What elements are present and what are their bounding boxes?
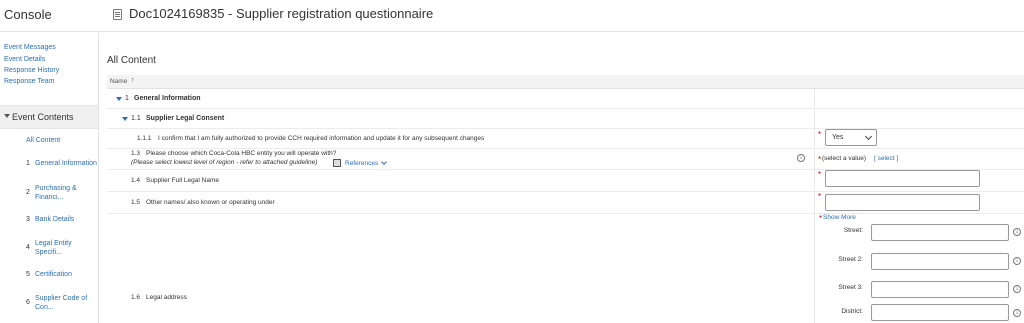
toc-label[interactable]: Certification <box>35 270 99 279</box>
expand-caret-icon[interactable] <box>122 117 128 121</box>
sidebar-item-all-content[interactable]: All Content <box>26 137 60 144</box>
toc-number: 5 <box>26 271 30 278</box>
sidebar-link-response-history[interactable]: Response History <box>4 67 59 74</box>
section-label: Supplier Legal Consent <box>146 115 225 122</box>
select-entity-link[interactable]: [ select ] <box>874 155 898 162</box>
expand-caret-icon[interactable] <box>116 97 122 101</box>
question-number: 1.5 <box>131 199 141 206</box>
section-number: 1.1 <box>131 115 141 122</box>
district-input[interactable] <box>871 304 1009 321</box>
info-icon[interactable]: i <box>797 154 805 162</box>
question-number: 1.6 <box>131 294 141 301</box>
top-bar: Console Doc1024169835 - Supplier registr… <box>0 0 1024 32</box>
sort-ascending-icon[interactable]: ↑ <box>131 77 135 84</box>
question-row-1-5: 1.5 Other names/ also known or operating… <box>107 192 1024 214</box>
section-row-general-information[interactable]: 1 General Information <box>107 89 1024 109</box>
info-icon[interactable]: i <box>1013 309 1021 317</box>
required-marker: * <box>818 155 822 164</box>
other-names-input[interactable] <box>825 194 980 211</box>
required-marker: * <box>818 130 822 139</box>
toc-number: 2 <box>26 189 30 196</box>
question-number: 1.1.1 <box>137 135 152 142</box>
district-label: District: <box>841 308 863 315</box>
question-text: Legal address <box>146 294 187 301</box>
main-content: All Content Name ↑ 1 General Information… <box>100 33 1024 323</box>
section-row-supplier-legal-consent[interactable]: 1.1 Supplier Legal Consent <box>107 109 1024 129</box>
toc-number: 3 <box>26 216 30 223</box>
toc-label[interactable]: Purchasing & Financi... <box>35 184 99 202</box>
sidebar: Event Messages Event Details Response Hi… <box>0 33 99 323</box>
attachment-icon[interactable] <box>333 159 341 167</box>
table-header: Name ↑ <box>107 75 1024 89</box>
consent-select-value: Yes <box>832 134 844 141</box>
document-title: Doc1024169835 - Supplier registration qu… <box>129 6 434 21</box>
question-hint: (Please select lowest level of region - … <box>131 159 318 166</box>
question-row-1-1-1: 1.1.1 I confirm that I am fully authoriz… <box>107 129 1024 149</box>
page-title: All Content <box>107 55 156 66</box>
street-input[interactable] <box>871 224 1009 241</box>
consent-select[interactable]: Yes <box>825 129 877 146</box>
section-number: 1 <box>125 95 129 102</box>
question-number: 1.3 <box>131 150 141 157</box>
show-more-link[interactable]: Show More <box>823 214 856 221</box>
sidebar-link-event-details[interactable]: Event Details <box>4 56 45 63</box>
info-icon[interactable]: i <box>1013 285 1021 293</box>
street-label: Street: <box>843 227 863 234</box>
question-text: Please choose which Coca-Cola HBC entity… <box>146 150 337 157</box>
toc-number: 1 <box>26 160 30 167</box>
references-link[interactable]: References <box>345 160 378 167</box>
event-contents-label: Event Contents <box>12 112 74 122</box>
question-text: Other names/ also known or operating und… <box>146 199 275 206</box>
sidebar-link-event-messages[interactable]: Event Messages <box>4 44 56 51</box>
chevron-down-icon[interactable] <box>381 159 387 165</box>
toc-number: 4 <box>26 244 30 251</box>
required-marker: * <box>818 170 822 179</box>
street-3-label: Street 3: <box>838 284 863 291</box>
street-2-label: Street 2: <box>838 256 863 263</box>
question-text: I confirm that I am fully authorized to … <box>158 135 485 142</box>
question-number: 1.4 <box>131 177 141 184</box>
column-header-name[interactable]: Name <box>110 78 127 85</box>
document-icon <box>113 9 122 20</box>
sidebar-link-response-team[interactable]: Response Team <box>4 78 54 85</box>
question-row-1-4: 1.4 Supplier Full Legal Name * <box>107 170 1024 192</box>
entity-select-placeholder: (select a value) <box>822 155 867 162</box>
supplier-full-legal-name-input[interactable] <box>825 170 980 187</box>
toc-label[interactable]: Bank Details <box>35 215 99 224</box>
section-label: General Information <box>134 95 201 102</box>
question-row-1-6: * Show More Street: i Street 2: i Street… <box>107 214 1024 323</box>
info-icon[interactable]: i <box>1013 257 1021 265</box>
required-marker: * <box>818 192 822 201</box>
required-marker: * <box>819 214 823 223</box>
question-text: Supplier Full Legal Name <box>146 177 219 184</box>
toc-label[interactable]: General Information <box>35 159 99 168</box>
street-3-input[interactable] <box>871 281 1009 298</box>
toc-label[interactable]: Supplier Code of Con... <box>35 294 99 312</box>
info-icon[interactable]: i <box>1013 228 1021 236</box>
question-row-1-3: 1.3 Please choose which Coca-Cola HBC en… <box>107 149 1024 170</box>
street-2-input[interactable] <box>871 253 1009 270</box>
toc-number: 6 <box>26 299 30 306</box>
toc-label[interactable]: Legal Entity Specifi... <box>35 239 99 257</box>
console-title: Console <box>4 7 52 22</box>
chevron-down-icon <box>864 132 873 141</box>
collapse-caret-icon <box>4 114 10 118</box>
event-contents-header[interactable]: Event Contents <box>0 105 98 129</box>
